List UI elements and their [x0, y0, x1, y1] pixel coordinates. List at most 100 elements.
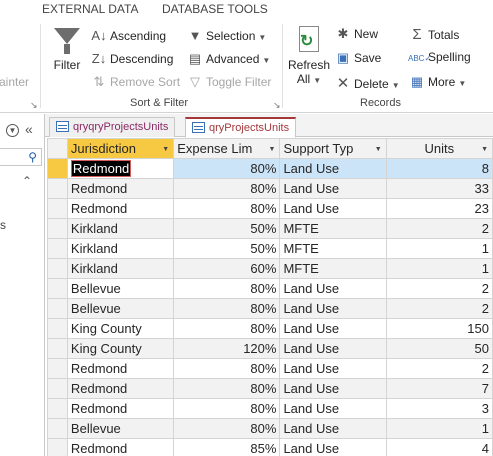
cell-units[interactable]: 33	[385, 178, 493, 199]
select-all-corner[interactable]	[47, 138, 68, 159]
cell-jurisdiction[interactable]: Bellevue	[66, 418, 175, 439]
table-row[interactable]: Bellevue 80% Land Use 2	[47, 278, 493, 299]
advanced-button[interactable]: ▤ Advanced ▼	[186, 51, 270, 67]
table-row[interactable]: Redmond 80% Land Use 2	[47, 358, 493, 379]
record-selector[interactable]	[47, 178, 68, 199]
column-dropdown-icon[interactable]: ▼	[481, 146, 488, 153]
cell-expense-limit[interactable]: 80%	[173, 318, 281, 339]
record-selector[interactable]	[47, 218, 68, 239]
cell-support-type[interactable]: MFTE	[279, 258, 387, 279]
cell-support-type[interactable]: Land Use	[279, 278, 387, 299]
cell-support-type[interactable]: Land Use	[279, 398, 387, 419]
cell-jurisdiction[interactable]: Kirkland	[66, 258, 175, 279]
record-selector[interactable]	[47, 238, 68, 259]
cell-jurisdiction[interactable]: Redmond	[66, 358, 175, 379]
record-selector[interactable]	[47, 378, 68, 399]
remove-sort-button[interactable]: ⇅ Remove Sort	[90, 74, 180, 90]
cell-support-type[interactable]: Land Use	[279, 378, 387, 399]
cell-units[interactable]: 2	[385, 358, 493, 379]
cell-units[interactable]: 23	[385, 198, 493, 219]
column-dropdown-icon[interactable]: ▼	[162, 146, 169, 153]
record-selector[interactable]	[47, 338, 68, 359]
cell-expense-limit[interactable]: 80%	[173, 298, 281, 319]
cell-jurisdiction[interactable]: Redmond	[66, 438, 175, 456]
cell-jurisdiction[interactable]: Redmond	[66, 178, 175, 199]
cell-expense-limit[interactable]: 80%	[173, 198, 281, 219]
selection-button[interactable]: ▼ Selection ▼	[186, 28, 267, 43]
cell-jurisdiction[interactable]: King County	[66, 318, 175, 339]
cell-expense-limit[interactable]: 50%	[173, 218, 281, 239]
table-row[interactable]: Kirkland 50% MFTE 1	[47, 238, 493, 259]
column-header-support-type[interactable]: Support Typ ▼	[279, 138, 387, 159]
cell-expense-limit[interactable]: 80%	[173, 278, 281, 299]
cell-units[interactable]: 1	[385, 238, 493, 259]
table-row[interactable]: King County 120% Land Use 50	[47, 338, 493, 359]
record-selector[interactable]	[47, 438, 68, 456]
tab-external-data[interactable]: EXTERNAL DATA	[42, 2, 138, 16]
new-record-button[interactable]: ✱ New	[334, 26, 378, 42]
spelling-button[interactable]: ABC✓Spelling	[408, 50, 471, 64]
cell-jurisdiction[interactable]: Kirkland	[66, 218, 175, 239]
column-header-jurisdiction[interactable]: Jurisdiction ▼	[66, 138, 175, 159]
table-row[interactable]: Bellevue 80% Land Use 2	[47, 298, 493, 319]
cell-jurisdiction[interactable]: Kirkland	[66, 238, 175, 259]
cell-support-type[interactable]: Land Use	[279, 358, 387, 379]
cell-units[interactable]: 1	[385, 258, 493, 279]
column-dropdown-icon[interactable]: ▼	[269, 146, 276, 153]
cell-jurisdiction[interactable]: Redmond	[66, 158, 175, 179]
cell-units[interactable]: 2	[385, 278, 493, 299]
cell-support-type[interactable]: Land Use	[279, 298, 387, 319]
delete-record-button[interactable]: ✕ Delete ▼	[334, 74, 400, 92]
record-selector[interactable]	[47, 258, 68, 279]
cell-support-type[interactable]: Land Use	[279, 338, 387, 359]
table-row[interactable]: Redmond 80% Land Use 33	[47, 178, 493, 199]
nav-search-input[interactable]: ⚲	[0, 148, 42, 166]
record-selector[interactable]	[47, 398, 68, 419]
cell-units[interactable]: 150	[385, 318, 493, 339]
table-row[interactable]: Bellevue 80% Land Use 1	[47, 418, 493, 439]
column-header-expense-limit[interactable]: Expense Lim ▼	[173, 138, 281, 159]
cell-expense-limit[interactable]: 80%	[173, 158, 281, 179]
cell-units[interactable]: 2	[385, 298, 493, 319]
cell-support-type[interactable]: MFTE	[279, 218, 387, 239]
table-row[interactable]: Kirkland 60% MFTE 1	[47, 258, 493, 279]
cell-units[interactable]: 4	[385, 438, 493, 456]
cell-support-type[interactable]: Land Use	[279, 198, 387, 219]
descending-button[interactable]: Z↓ Descending	[90, 51, 174, 66]
cell-support-type[interactable]: Land Use	[279, 418, 387, 439]
record-selector[interactable]	[47, 318, 68, 339]
cell-expense-limit[interactable]: 80%	[173, 178, 281, 199]
cell-units[interactable]: 1	[385, 418, 493, 439]
record-selector[interactable]	[47, 158, 68, 179]
table-row[interactable]: King County 80% Land Use 150	[47, 318, 493, 339]
record-selector[interactable]	[47, 278, 68, 299]
cell-expense-limit[interactable]: 80%	[173, 398, 281, 419]
column-dropdown-icon[interactable]: ▼	[375, 146, 382, 153]
cell-jurisdiction[interactable]: Bellevue	[66, 278, 175, 299]
toggle-filter-button[interactable]: ▽ Toggle Filter	[186, 74, 271, 90]
cell-expense-limit[interactable]: 80%	[173, 358, 281, 379]
tab-database-tools[interactable]: DATABASE TOOLS	[162, 2, 268, 16]
cell-jurisdiction[interactable]: Bellevue	[66, 298, 175, 319]
cell-units[interactable]: 8	[385, 158, 493, 179]
cell-expense-limit[interactable]: 85%	[173, 438, 281, 456]
column-header-units[interactable]: Units ▼	[385, 138, 493, 159]
cell-expense-limit[interactable]: 50%	[173, 238, 281, 259]
tab-qryqryprojectsunits[interactable]: qryqryProjectsUnits	[49, 117, 176, 137]
table-row[interactable]: Kirkland 50% MFTE 2	[47, 218, 493, 239]
cell-units[interactable]: 7	[385, 378, 493, 399]
table-row[interactable]: Redmond 80% Land Use 23	[47, 198, 493, 219]
cell-expense-limit[interactable]: 80%	[173, 378, 281, 399]
nav-collapse-icon[interactable]: «	[25, 121, 33, 137]
table-row[interactable]: Redmond 85% Land Use 4	[47, 438, 493, 456]
cell-jurisdiction[interactable]: King County	[66, 338, 175, 359]
cell-jurisdiction[interactable]: Redmond	[66, 398, 175, 419]
filter-button[interactable]: Filter	[50, 28, 84, 72]
cell-support-type[interactable]: Land Use	[279, 178, 387, 199]
sort-filter-launcher-icon[interactable]: ↘	[273, 100, 281, 111]
table-row[interactable]: Redmond 80% Land Use 3	[47, 398, 493, 419]
save-record-button[interactable]: ▣ Save	[334, 50, 382, 66]
record-selector[interactable]	[47, 418, 68, 439]
more-button[interactable]: ▦ More ▼	[408, 74, 466, 90]
cell-support-type[interactable]: Land Use	[279, 318, 387, 339]
